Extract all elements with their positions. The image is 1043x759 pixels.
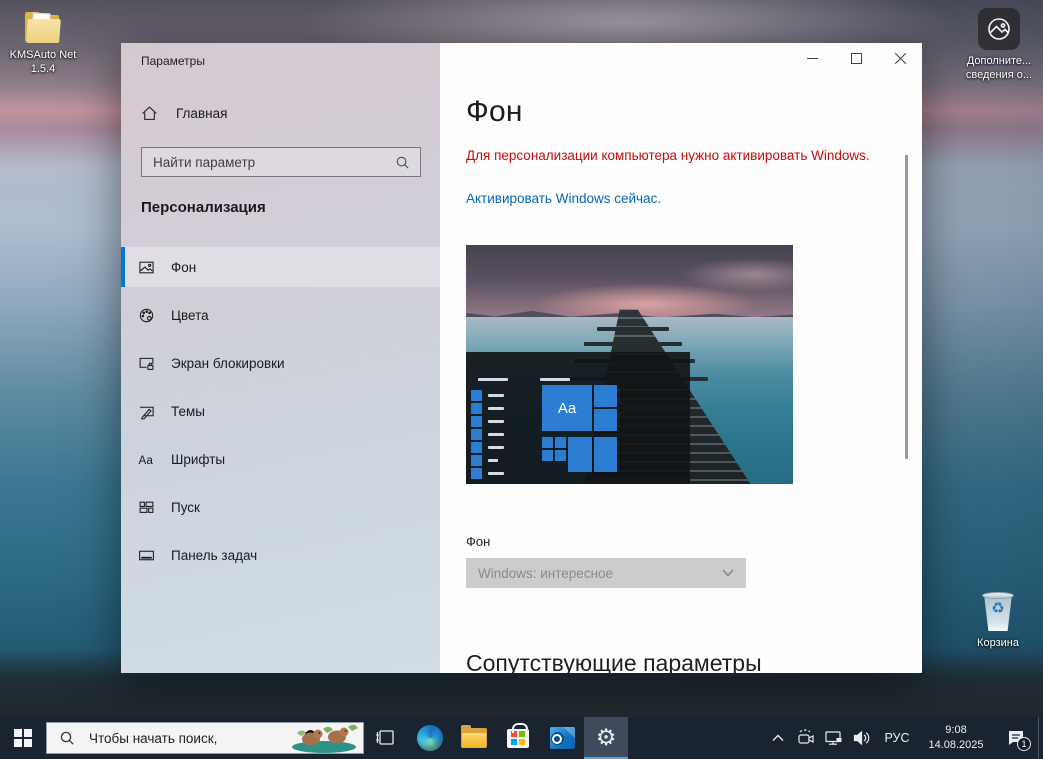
background-preview: Aa xyxy=(466,245,793,484)
windows-logo-icon xyxy=(14,729,32,747)
palette-icon xyxy=(138,307,155,324)
sidebar-item-fonts[interactable]: Aa Шрифты xyxy=(121,439,440,479)
selection-accent-bar xyxy=(121,247,125,287)
preview-start-menu: Aa xyxy=(466,352,690,484)
desktop-icon-label: Дополните... сведения о... xyxy=(966,54,1032,83)
desktop-icon-kmsauto[interactable]: KMSAuto Net 1.5.4 xyxy=(4,12,82,77)
search-highlight-image[interactable] xyxy=(285,723,363,753)
sidebar-item-lock-screen[interactable]: Экран блокировки xyxy=(121,343,440,383)
sidebar-item-home[interactable]: Главная xyxy=(141,105,227,122)
close-button[interactable] xyxy=(878,43,922,74)
chevron-up-icon xyxy=(771,733,785,743)
window-title: Параметры xyxy=(141,54,205,68)
desktop-icon-more-info[interactable]: Дополните... сведения о... xyxy=(958,8,1040,83)
preview-tile-aa: Aa xyxy=(542,385,592,431)
settings-sidebar: Параметры Главная Персонализация xyxy=(121,43,440,673)
settings-window: Параметры Главная Персонализация xyxy=(121,43,922,673)
file-explorer-button[interactable] xyxy=(452,717,496,759)
folder-icon xyxy=(23,12,63,44)
fonts-icon: Aa xyxy=(138,451,155,468)
taskbar-icon xyxy=(138,547,155,564)
network-icon xyxy=(824,729,844,747)
taskbar-search-box[interactable] xyxy=(46,722,364,754)
search-icon xyxy=(395,155,410,170)
desktop-icon-label: KMSAuto Net 1.5.4 xyxy=(10,48,77,77)
photos-icon xyxy=(978,8,1020,50)
volume-icon xyxy=(852,729,872,747)
meet-now-button[interactable] xyxy=(792,717,820,759)
sidebar-item-taskbar[interactable]: Панель задач xyxy=(121,535,440,575)
sidebar-home-label: Главная xyxy=(176,106,227,121)
clock[interactable]: 9:08 14.08.2025 xyxy=(918,717,994,759)
desktop-icon-recycle-bin[interactable]: ♻ Корзина xyxy=(956,590,1040,650)
volume-button[interactable] xyxy=(848,717,876,759)
activate-windows-link[interactable]: Активировать Windows сейчас. xyxy=(466,191,661,206)
sidebar-section-title: Персонализация xyxy=(141,199,266,216)
lock-screen-icon xyxy=(138,355,155,372)
related-settings-heading: Сопутствующие параметры xyxy=(466,650,762,673)
task-view-icon xyxy=(375,727,397,749)
outlook-icon xyxy=(550,727,575,749)
start-button[interactable] xyxy=(0,717,46,759)
background-dropdown-label: Фон xyxy=(466,534,490,549)
home-icon xyxy=(141,105,158,122)
preview-sky xyxy=(466,245,793,319)
start-menu-icon xyxy=(138,499,155,516)
file-explorer-icon xyxy=(461,728,487,748)
gear-icon: ⚙ xyxy=(596,727,617,750)
notification-center-button[interactable]: 1 xyxy=(994,717,1038,759)
tray-chevron-button[interactable] xyxy=(764,717,792,759)
meet-now-icon xyxy=(796,729,816,747)
network-button[interactable] xyxy=(820,717,848,759)
desktop: KMSAuto Net 1.5.4 Дополните... сведения … xyxy=(0,0,1043,759)
sidebar-item-start[interactable]: Пуск xyxy=(121,487,440,527)
settings-search-box[interactable] xyxy=(141,147,421,177)
clock-time: 9:08 xyxy=(945,723,966,738)
scrollbar[interactable] xyxy=(905,155,908,459)
language-indicator[interactable]: РУС xyxy=(876,717,918,759)
sidebar-item-themes[interactable]: Темы xyxy=(121,391,440,431)
edge-button[interactable] xyxy=(408,717,452,759)
themes-icon xyxy=(138,403,155,420)
task-view-button[interactable] xyxy=(364,717,408,759)
sidebar-item-colors[interactable]: Цвета xyxy=(121,295,440,335)
taskbar: ⚙ xyxy=(0,717,1043,759)
settings-content: Фон Для персонализации компьютера нужно … xyxy=(440,43,922,673)
taskbar-search-input[interactable] xyxy=(81,731,285,746)
microsoft-store-button[interactable] xyxy=(496,717,540,759)
edge-icon xyxy=(417,725,443,751)
dropdown-value: Windows: интересное xyxy=(466,566,722,581)
activation-warning: Для персонализации компьютера нужно акти… xyxy=(466,148,870,163)
show-desktop-button[interactable] xyxy=(1038,717,1043,759)
microsoft-store-icon xyxy=(507,729,529,748)
minimize-button[interactable] xyxy=(790,43,834,74)
svg-text:Aa: Aa xyxy=(139,453,154,466)
settings-app-button[interactable]: ⚙ xyxy=(584,717,628,759)
sidebar-item-background[interactable]: Фон xyxy=(121,247,440,287)
page-title: Фон xyxy=(466,95,523,129)
maximize-button[interactable] xyxy=(834,43,878,74)
notification-badge: 1 xyxy=(1017,737,1031,751)
outlook-button[interactable] xyxy=(540,717,584,759)
settings-search-input[interactable] xyxy=(142,155,395,170)
window-controls xyxy=(790,43,922,74)
chevron-down-icon xyxy=(722,569,734,577)
background-type-dropdown[interactable]: Windows: интересное xyxy=(466,558,746,588)
clock-date: 14.08.2025 xyxy=(928,738,983,753)
recycle-bin-icon: ♻ xyxy=(981,590,1015,632)
picture-icon xyxy=(138,259,155,276)
search-icon xyxy=(59,730,75,746)
desktop-icon-label: Корзина xyxy=(977,636,1019,650)
